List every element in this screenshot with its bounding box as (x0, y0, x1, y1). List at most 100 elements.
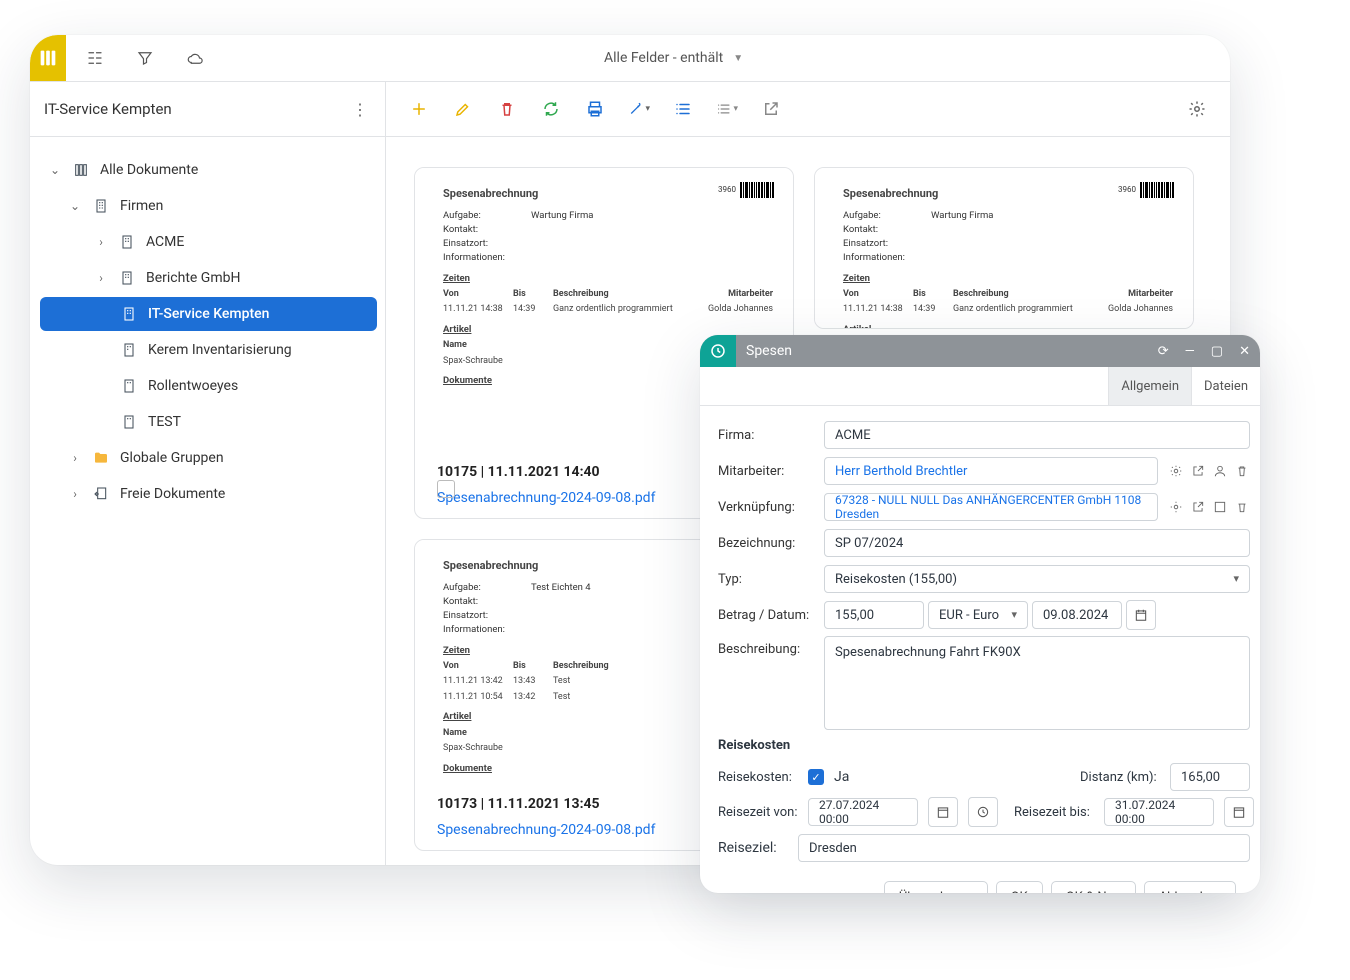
magic-icon[interactable]: ▾ (628, 98, 650, 120)
open-external-icon[interactable] (1190, 499, 1206, 515)
tree-label: IT-Service Kempten (148, 306, 371, 322)
dialog-titlebar[interactable]: Spesen ⟳ — ▢ ✕ (700, 335, 1260, 367)
select-waehrung[interactable]: EUR - Euro (928, 601, 1028, 629)
input-mitarbeiter[interactable]: Herr Berthold Brechtler (824, 457, 1158, 485)
clock-icon[interactable] (968, 797, 998, 827)
tab-allgemein[interactable]: Allgemein (1108, 367, 1191, 405)
input-reisezeit-von[interactable]: 27.07.2024 00:00 (808, 798, 918, 826)
chevron-right-icon: › (68, 451, 82, 465)
input-verknuepfung[interactable]: 67328 - NULL NULL Das ANHÄNGERCENTER Gmb… (824, 493, 1158, 521)
tree-node-firmen[interactable]: ⌄ Firmen (40, 189, 377, 223)
tree-node-globale[interactable]: › Globale Gruppen (40, 441, 377, 475)
label-distanz: Distanz (km): (1080, 770, 1160, 785)
open-external-icon[interactable] (760, 98, 782, 120)
building-icon (120, 341, 138, 359)
chevron-right-icon: › (94, 235, 108, 249)
sidebar-title: IT-Service Kempten (44, 100, 172, 118)
tree-label: Rollentwoeyes (148, 378, 371, 394)
calendar-icon[interactable] (928, 797, 958, 827)
building-icon (120, 377, 138, 395)
library-icon (72, 161, 90, 179)
doc-card[interactable]: 3960 Spesenabrechnung Aufgabe:Wartung Fi… (814, 167, 1194, 329)
delete-icon[interactable] (496, 98, 518, 120)
gear-icon[interactable] (1186, 98, 1208, 120)
gear-icon[interactable] (1168, 463, 1184, 479)
input-betrag[interactable]: 155,00 (824, 601, 924, 629)
tree-node-root[interactable]: ⌄ Alle Dokumente (40, 153, 377, 187)
chevron-down-icon: ⌄ (68, 199, 82, 213)
tree-label: Kerem Inventarisierung (148, 342, 371, 358)
building-icon (120, 305, 138, 323)
top-toolbar-icons (66, 47, 224, 69)
label-betrag: Betrag / Datum: (718, 608, 824, 623)
search-mode-select[interactable]: Alle Felder - enthält ▼ (604, 50, 743, 66)
sidebar: IT-Service Kempten ⋮ ⌄ Alle Dokumente ⌄ … (30, 82, 386, 865)
barcode: 3960 (718, 182, 775, 198)
chevron-right-icon: › (68, 487, 82, 501)
list-icon[interactable] (672, 98, 694, 120)
top-toolbar: Alle Felder - enthält ▼ (30, 35, 1230, 82)
label-typ: Typ: (718, 572, 824, 587)
kebab-menu-icon[interactable]: ⋮ (349, 100, 371, 119)
btn-ok[interactable]: OK (996, 881, 1043, 893)
refresh-icon[interactable] (540, 98, 562, 120)
caret-down-icon: ▼ (733, 53, 743, 64)
input-reisezeit-bis[interactable]: 31.07.2024 00:00 (1104, 798, 1214, 826)
dialog-title: Spesen (736, 343, 1158, 359)
barcode: 3960 (1118, 182, 1175, 198)
label-beschreibung: Beschreibung: (718, 636, 824, 657)
barcode-number: 3960 (1118, 184, 1136, 196)
tree-node-firma[interactable]: TEST (40, 405, 377, 439)
label-reisekosten: Reisekosten: (718, 770, 798, 785)
cloud-icon[interactable] (184, 47, 206, 69)
input-firma[interactable]: ACME (824, 421, 1250, 449)
action-toolbar: ▾ ▾ (386, 82, 1230, 137)
tree-node-firma[interactable]: Rollentwoeyes (40, 369, 377, 403)
tree-node-firma[interactable]: › ACME (40, 225, 377, 259)
tab-dateien[interactable]: Dateien (1191, 367, 1260, 405)
edit-icon[interactable] (452, 98, 474, 120)
btn-abbrechen[interactable]: Abbrechen (1144, 881, 1236, 893)
tree-node-frei[interactable]: › Freie Dokumente (40, 477, 377, 511)
tree-label: Freie Dokumente (120, 486, 371, 502)
gear-icon[interactable] (1168, 499, 1184, 515)
link-icon[interactable] (1212, 499, 1228, 515)
btn-uebernehmen[interactable]: Übernehmen (884, 881, 988, 893)
checkbox-reisekosten[interactable]: ✓ (808, 769, 824, 785)
input-datum[interactable]: 09.08.2024 (1032, 601, 1122, 629)
list-options-icon[interactable]: ▾ (716, 98, 738, 120)
reload-icon[interactable]: ⟳ (1158, 344, 1169, 359)
spesen-dialog: Spesen ⟳ — ▢ ✕ Allgemein Dateien Firma: … (700, 335, 1260, 893)
maximize-icon[interactable]: ▢ (1211, 344, 1223, 359)
textarea-beschreibung[interactable]: Spesenabrechnung Fahrt FK90X (824, 636, 1250, 730)
select-checkbox[interactable] (437, 480, 455, 498)
checkbox-label-ja: Ja (834, 769, 849, 785)
label-verknuepfung: Verknüpfung: (718, 500, 824, 515)
close-icon[interactable]: ✕ (1239, 344, 1250, 359)
delete-icon[interactable] (1234, 463, 1250, 479)
btn-ok-neu[interactable]: OK & Neu (1051, 881, 1136, 893)
tree-node-firma-selected[interactable]: IT-Service Kempten (40, 297, 377, 331)
tree-node-firma[interactable]: Kerem Inventarisierung (40, 333, 377, 367)
select-typ[interactable]: Reisekosten (155,00) (824, 565, 1250, 593)
input-reiseziel[interactable]: Dresden (798, 834, 1250, 862)
field-actions (1168, 463, 1250, 479)
dialog-buttons: Übernehmen OK OK & Neu Abbrechen (718, 869, 1250, 893)
tree-toggle-icon[interactable] (84, 47, 106, 69)
dialog-icon (700, 335, 736, 367)
add-icon[interactable] (408, 98, 430, 120)
print-icon[interactable] (584, 98, 606, 120)
calendar-icon[interactable] (1126, 600, 1156, 630)
calendar-icon[interactable] (1224, 797, 1254, 827)
open-external-icon[interactable] (1190, 463, 1206, 479)
building-icon (118, 269, 136, 287)
tree-label: Alle Dokumente (100, 162, 371, 178)
tree-node-firma[interactable]: › Berichte GmbH (40, 261, 377, 295)
minimize-icon[interactable]: — (1185, 344, 1195, 359)
input-bezeichnung[interactable]: SP 07/2024 (824, 529, 1250, 557)
input-distanz[interactable]: 165,00 (1170, 763, 1250, 791)
person-icon[interactable] (1212, 463, 1228, 479)
filter-icon[interactable] (134, 47, 156, 69)
label-bezeichnung: Bezeichnung: (718, 536, 824, 551)
delete-icon[interactable] (1234, 499, 1250, 515)
